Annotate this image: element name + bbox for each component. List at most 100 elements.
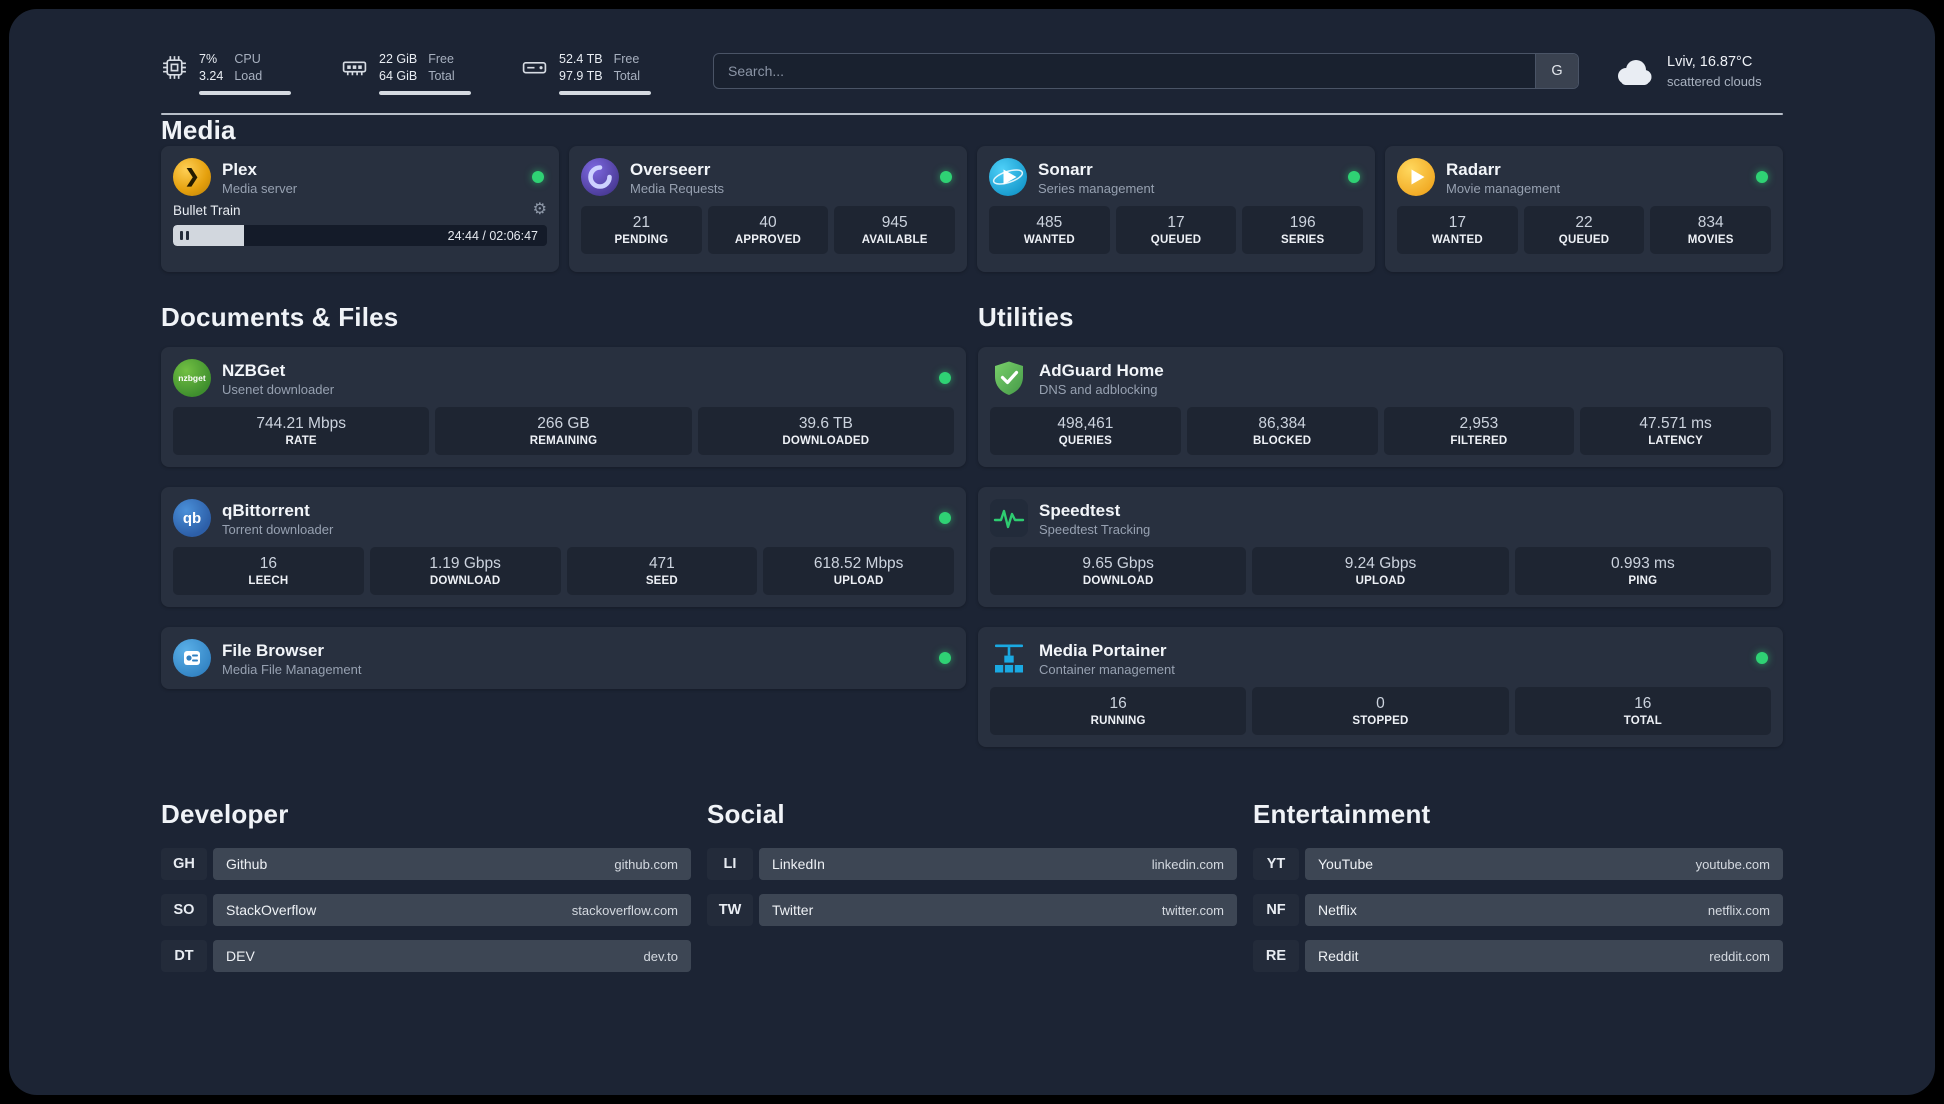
utilities-column: Utilities AdGuard Home DNS and adblockin…: [978, 302, 1783, 748]
status-dot: [532, 171, 544, 184]
bookmark-github[interactable]: GH Github github.com: [161, 848, 691, 881]
search-input[interactable]: [714, 54, 1535, 88]
stat-tile: 834 MOVIES: [1650, 206, 1772, 255]
bookmark-name: StackOverflow: [226, 902, 317, 919]
bookmark-abbr: NF: [1253, 894, 1299, 927]
memory-label-1: Free: [428, 52, 454, 66]
stat-value: 945: [881, 214, 908, 232]
stat-tile: 16 RUNNING: [990, 687, 1247, 736]
stat-tile: 86,384 BLOCKED: [1186, 407, 1378, 456]
pause-icon[interactable]: [180, 231, 189, 241]
disk-icon: [521, 54, 548, 81]
bookmark-url: netflix.com: [1707, 902, 1770, 918]
stat-value: 16: [1109, 695, 1127, 713]
stat-label: WANTED: [1023, 234, 1075, 247]
card-qbittorrent[interactable]: qb qBittorrent Torrent downloader 16 LEE…: [161, 487, 966, 608]
card-adguard[interactable]: AdGuard Home DNS and adblocking 498,461 …: [978, 347, 1783, 468]
section-title-entertainment: Entertainment: [1253, 799, 1431, 830]
card-nzbget[interactable]: nzbget NZBGet Usenet downloader 744.21 M…: [161, 347, 966, 468]
stat-value: 9.24 Gbps: [1344, 555, 1417, 573]
app-subtitle: Media server: [222, 180, 298, 196]
sonarr-icon: [989, 158, 1027, 197]
top-bar: 7% 3.24 CPU Load 22 GiB 64 GiB Free Tota…: [161, 51, 1783, 96]
card-plex[interactable]: ❯ Plex Media server Bullet Train ⚙ 24:44…: [161, 146, 559, 273]
stat-value: 40: [759, 214, 777, 232]
overseerr-icon: [581, 158, 619, 197]
search-bar[interactable]: G: [713, 53, 1579, 89]
cloud-icon: [1613, 57, 1655, 87]
status-dot: [1348, 171, 1360, 184]
stat-value: 17: [1448, 214, 1466, 232]
bookmark-url: dev.to: [643, 948, 678, 964]
disk-usage-fill: [559, 90, 651, 96]
disk-usage-bar: [559, 90, 651, 96]
bookmark-twitter[interactable]: TW Twitter twitter.com: [707, 894, 1237, 927]
weather-location: Lviv, 16.87°C: [1667, 54, 1753, 70]
card-sonarr[interactable]: Sonarr Series management 485 WANTED 17 Q…: [977, 146, 1375, 273]
plex-chevron-glyph: ❯: [184, 166, 200, 187]
stat-label: SERIES: [1280, 234, 1325, 247]
stat-tile: 744.21 Mbps RATE: [173, 407, 430, 456]
search-engine-button[interactable]: G: [1535, 54, 1578, 88]
stat-tile: 39.6 TB DOWNLOADED: [697, 407, 954, 456]
gear-icon[interactable]: ⚙: [533, 202, 547, 218]
card-speedtest[interactable]: Speedtest Speedtest Tracking 9.65 Gbps D…: [978, 487, 1783, 608]
adguard-icon: [990, 359, 1028, 397]
stat-value: 266 GB: [537, 415, 590, 433]
cpu-usage-bar: [199, 90, 291, 96]
stat-tile: 196 SERIES: [1242, 206, 1364, 255]
stat-label: AVAILABLE: [861, 234, 928, 247]
disk-label-1: Free: [613, 52, 640, 66]
bookmark-name: Reddit: [1318, 948, 1359, 965]
stat-value: 196: [1289, 214, 1316, 232]
stat-value: 17: [1167, 214, 1185, 232]
cpu-percent: 7%: [199, 52, 218, 66]
card-portainer[interactable]: Media Portainer Container management 16 …: [978, 627, 1783, 748]
bookmarks-grid: Developer GH Github github.com SO StackO…: [161, 799, 1783, 973]
playback-progress-bar[interactable]: 24:44 / 02:06:47: [173, 225, 547, 247]
stat-label: DOWNLOAD: [429, 575, 501, 588]
card-overseerr[interactable]: Overseerr Media Requests 21 PENDING 40 A…: [569, 146, 967, 273]
bookmark-linkedin[interactable]: LI LinkedIn linkedin.com: [707, 848, 1237, 881]
stat-value: 498,461: [1057, 415, 1114, 433]
stat-label: RUNNING: [1090, 715, 1146, 728]
bookmark-netflix[interactable]: NF Netflix netflix.com: [1253, 894, 1783, 927]
bookmark-abbr: GH: [161, 848, 207, 881]
memory-usage-bar: [379, 90, 471, 96]
stat-tile: 945 AVAILABLE: [834, 206, 956, 255]
card-radarr[interactable]: Radarr Movie management 17 WANTED 22 QUE…: [1385, 146, 1783, 273]
stat-tile: 0.993 ms PING: [1514, 547, 1771, 596]
bookmark-abbr: SO: [161, 894, 207, 927]
bookmark-youtube[interactable]: YT YouTube youtube.com: [1253, 848, 1783, 881]
memory-label-2: Total: [428, 68, 455, 83]
weather-widget: Lviv, 16.87°C scattered clouds: [1613, 53, 1783, 90]
stat-value: 39.6 TB: [798, 415, 853, 433]
app-title: Overseerr: [630, 159, 711, 179]
app-subtitle: Movie management: [1446, 180, 1561, 196]
bookmark-stackoverflow[interactable]: SO StackOverflow stackoverflow.com: [161, 894, 691, 927]
filebrowser-icon: [173, 639, 211, 678]
app-subtitle: Media File Management: [222, 661, 362, 677]
bookmark-name: DEV: [226, 948, 255, 965]
stat-tile: 16 TOTAL: [1514, 687, 1771, 736]
nzbget-icon: nzbget: [173, 359, 211, 398]
status-dot: [1756, 652, 1768, 665]
card-filebrowser[interactable]: File Browser Media File Management: [161, 627, 966, 690]
stat-value: 16: [1634, 695, 1652, 713]
disk-label-2: Total: [613, 68, 640, 83]
now-playing-title: Bullet Train: [173, 202, 241, 218]
app-title: NZBGet: [222, 360, 286, 380]
bookmark-abbr: DT: [161, 940, 207, 973]
bookmark-dev[interactable]: DT DEV dev.to: [161, 940, 691, 973]
stat-label: REMAINING: [529, 435, 598, 448]
nzbget-wordmark: nzbget: [178, 373, 206, 383]
stat-tile: 471 SEED: [566, 547, 758, 596]
bookmark-url: github.com: [614, 856, 678, 872]
qbittorrent-icon: qb: [173, 499, 211, 538]
stat-tile: 17 QUEUED: [1115, 206, 1237, 255]
stat-label: DOWNLOADED: [782, 435, 870, 448]
app-subtitle: Container management: [1039, 661, 1175, 677]
stat-tile: 498,461 QUERIES: [990, 407, 1181, 456]
stat-value: 0: [1376, 695, 1385, 713]
bookmark-reddit[interactable]: RE Reddit reddit.com: [1253, 940, 1783, 973]
